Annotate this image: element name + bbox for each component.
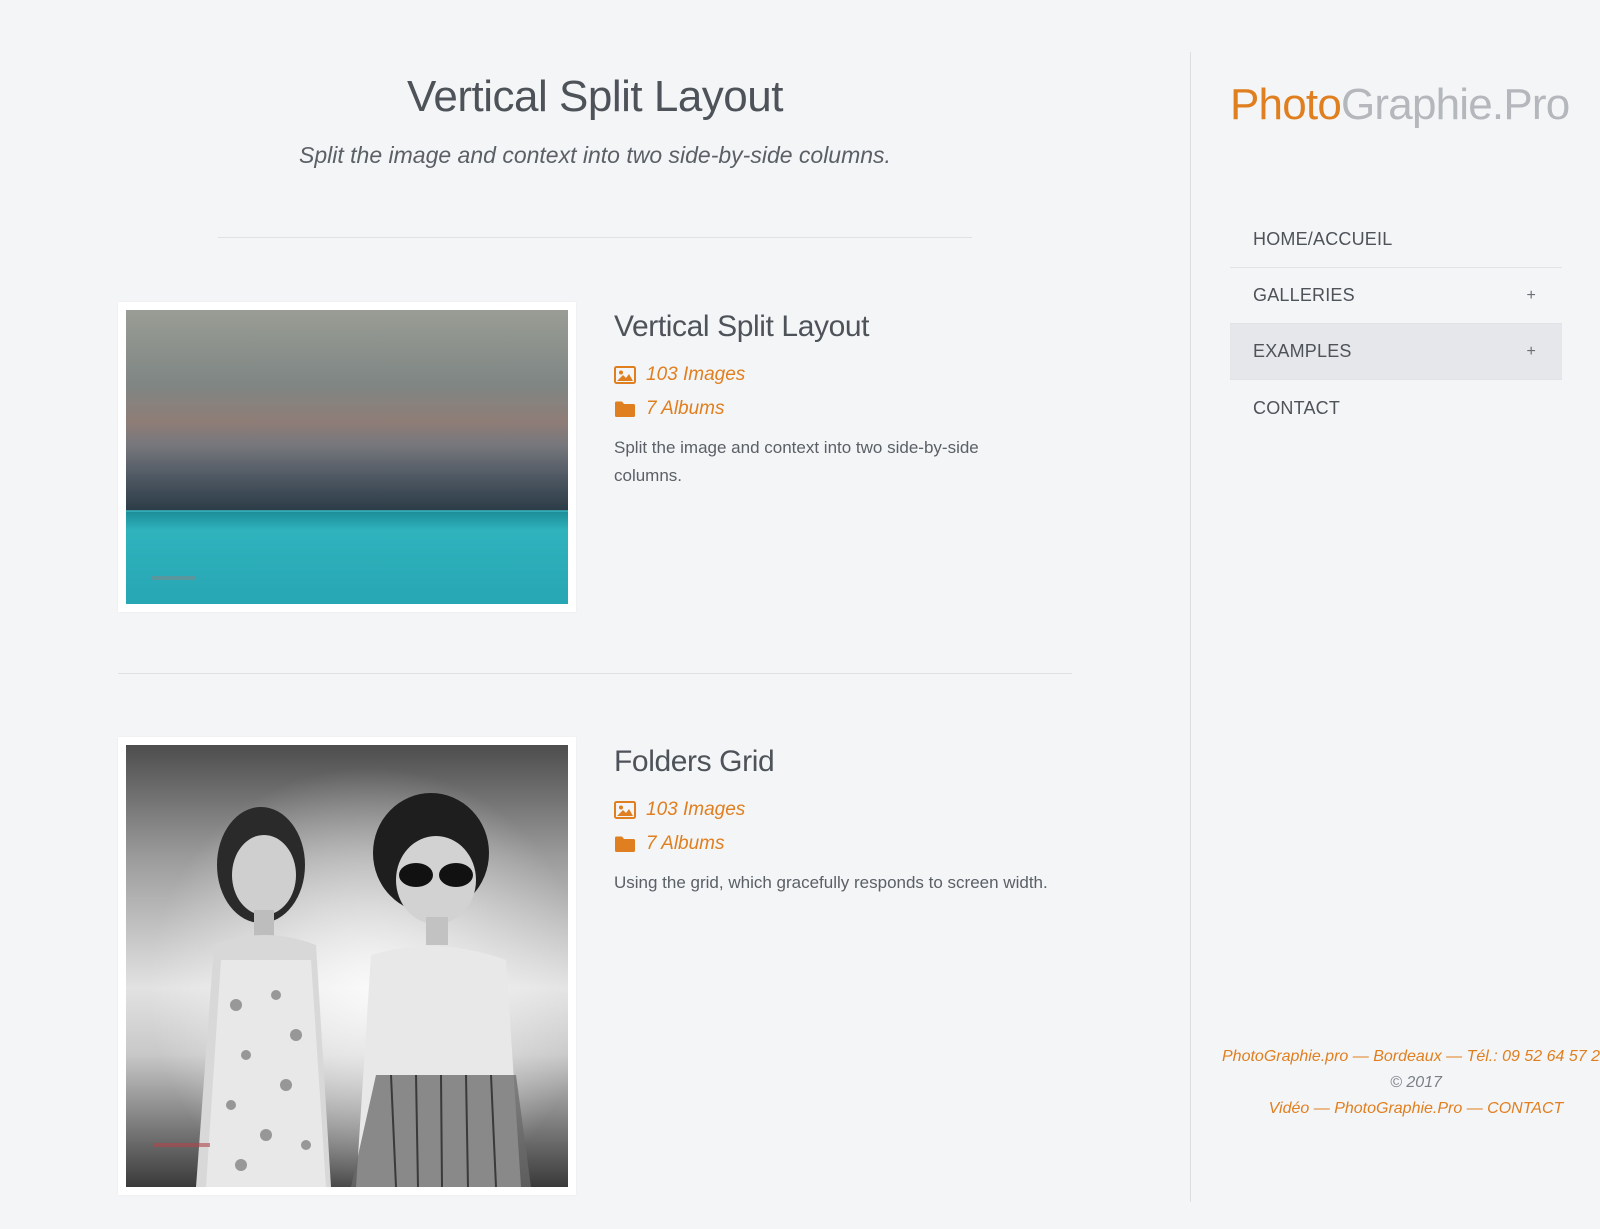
album-thumbnail[interactable] xyxy=(118,302,576,612)
nav-item-examples[interactable]: EXAMPLES + xyxy=(1230,324,1562,380)
sidebar: PhotoGraphie.Pro HOME/ACCUEIL GALLERIES … xyxy=(1222,0,1600,1229)
header-divider xyxy=(218,237,972,238)
albums-count: 7 Albums xyxy=(646,398,725,419)
nav-item-contact[interactable]: CONTACT xyxy=(1230,380,1562,436)
nav-item-home[interactable]: HOME/ACCUEIL xyxy=(1230,212,1562,268)
album-card: Folders Grid 103 Images 7 Albums Using t xyxy=(118,737,1072,1197)
seascape-photo[interactable] xyxy=(126,310,568,604)
album-info: Vertical Split Layout 103 Images 7 Album… xyxy=(614,310,1084,490)
album-info: Folders Grid 103 Images 7 Albums Using t xyxy=(614,745,1084,897)
sidebar-divider xyxy=(1190,52,1191,1202)
album-description: Using the grid, which gracefully respond… xyxy=(614,873,1048,892)
image-icon xyxy=(614,801,636,819)
main-content: Vertical Split Layout Split the image an… xyxy=(0,0,1190,1229)
footer-contact-line[interactable]: PhotoGraphie.pro — Bordeaux — Tél.: 09 5… xyxy=(1222,1044,1600,1070)
nav-item-galleries[interactable]: GALLERIES + xyxy=(1230,268,1562,324)
album-divider xyxy=(118,673,1072,674)
albums-count: 7 Albums xyxy=(646,833,725,854)
logo-part-photo: Photo xyxy=(1230,80,1342,129)
page-title: Vertical Split Layout xyxy=(407,72,783,121)
album-title[interactable]: Folders Grid xyxy=(614,745,1084,779)
page-subtitle: Split the image and context into two sid… xyxy=(299,142,891,168)
album-card: Vertical Split Layout 103 Images 7 Album… xyxy=(118,302,1072,762)
album-description: Split the image and context into two sid… xyxy=(614,438,979,485)
albums-count-link[interactable]: 7 Albums xyxy=(614,392,1084,426)
children-portrait-photo[interactable] xyxy=(126,745,568,1187)
albums-count-link[interactable]: 7 Albums xyxy=(614,827,1084,861)
sidebar-nav: HOME/ACCUEIL GALLERIES + EXAMPLES + CONT… xyxy=(1230,212,1562,436)
footer-links[interactable]: Vidéo — PhotoGraphie.Pro — CONTACT xyxy=(1230,1096,1600,1122)
footer-copyright: © 2017 xyxy=(1390,1074,1442,1091)
nav-item-label: EXAMPLES xyxy=(1253,341,1352,361)
expand-plus-icon[interactable]: + xyxy=(1526,343,1536,361)
site-logo[interactable]: PhotoGraphie.Pro xyxy=(1230,80,1570,130)
sidebar-footer: PhotoGraphie.pro — Bordeaux — Tél.: 09 5… xyxy=(1222,1044,1600,1122)
images-count: 103 Images xyxy=(646,364,746,385)
nav-item-label: HOME/ACCUEIL xyxy=(1253,229,1393,249)
nav-item-label: GALLERIES xyxy=(1253,285,1355,305)
nav-item-label: CONTACT xyxy=(1253,397,1341,418)
folder-icon xyxy=(615,401,635,417)
images-count: 103 Images xyxy=(646,799,746,820)
album-title[interactable]: Vertical Split Layout xyxy=(614,310,1084,344)
image-icon xyxy=(614,366,636,384)
images-count-link[interactable]: 103 Images xyxy=(614,793,1084,827)
folder-icon xyxy=(615,836,635,852)
page: Vertical Split Layout Split the image an… xyxy=(0,0,1600,1229)
logo-part-graphie: Graphie.Pro xyxy=(1341,80,1570,129)
expand-plus-icon[interactable]: + xyxy=(1526,287,1536,305)
images-count-link[interactable]: 103 Images xyxy=(614,358,1084,392)
album-thumbnail[interactable] xyxy=(118,737,576,1195)
